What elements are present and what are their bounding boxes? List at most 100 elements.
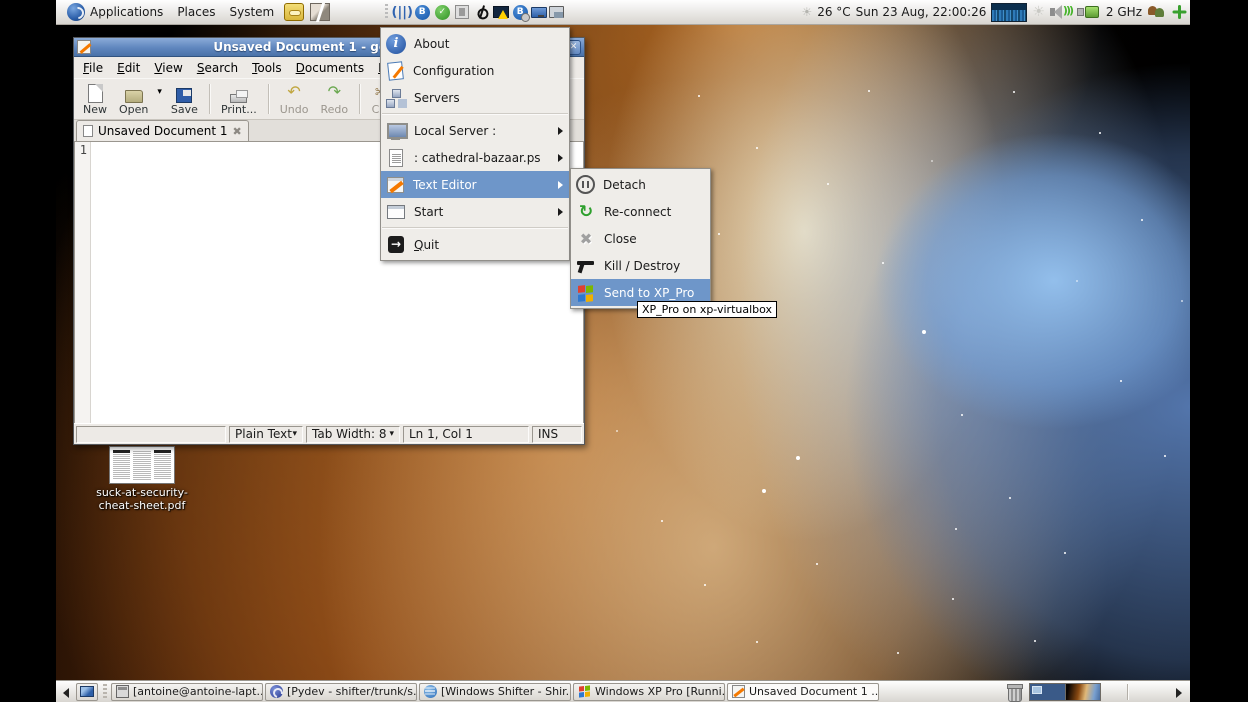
shifter-applet-menu: iAbout Configuration Servers Local Serve… — [380, 27, 570, 261]
menu-tools[interactable]: Tools — [245, 59, 289, 77]
menu-edit[interactable]: Edit — [110, 59, 147, 77]
chevron-down-icon: ▾ — [292, 429, 297, 439]
workspace-window-thumb — [1032, 686, 1042, 694]
distro-logo-icon — [67, 3, 85, 21]
stars — [698, 95, 700, 97]
user-switch-icon[interactable] — [1147, 4, 1167, 20]
text-editor-submenu: Detach ↻Re-connect ✖Close Kill / Destroy… — [570, 168, 711, 309]
tab-close-icon[interactable]: ✖ — [233, 125, 242, 138]
text-editor-icon — [387, 177, 404, 193]
printer-icon — [230, 94, 247, 103]
print-button[interactable]: Print... — [216, 87, 262, 117]
menu-search[interactable]: Search — [190, 59, 245, 77]
redo-button[interactable]: ↷Redo — [315, 82, 353, 117]
submenu-item-reconnect[interactable]: ↻Re-connect — [571, 198, 710, 225]
menu-item-about[interactable]: iAbout — [381, 30, 569, 57]
bluetooth-settings-icon[interactable]: B — [511, 3, 529, 21]
places-menu[interactable]: Places — [170, 0, 222, 25]
pause-icon — [576, 175, 595, 194]
submenu-item-close[interactable]: ✖Close — [571, 225, 710, 252]
removable-media-icon[interactable] — [453, 3, 471, 21]
cursor-position: Ln 1, Col 1 — [403, 426, 529, 443]
taskbar-button-windows-xp[interactable]: Windows XP Pro [Runni... — [573, 683, 725, 701]
workspace-1[interactable] — [1030, 684, 1065, 700]
open-folder-icon — [125, 90, 143, 103]
drawer-icon[interactable] — [284, 3, 304, 21]
scroll-left-icon[interactable] — [62, 685, 72, 699]
audio-jack-icon[interactable] — [473, 3, 491, 21]
toolbar-separator — [268, 84, 269, 114]
volume-icon[interactable]: ))) — [1050, 4, 1072, 20]
menu-item-text-editor[interactable]: Text Editor — [381, 171, 569, 198]
brightness-icon[interactable]: ☀ — [1032, 4, 1045, 20]
temperature[interactable]: 26 °C — [817, 5, 850, 19]
taskbar-button-gedit[interactable]: Unsaved Document 1 ... — [727, 683, 879, 701]
applications-menu[interactable]: Applications — [60, 0, 170, 25]
menu-item-configuration[interactable]: Configuration — [381, 57, 569, 84]
document-icon — [389, 149, 403, 167]
submenu-arrow-icon — [558, 181, 563, 189]
display-icon[interactable] — [549, 6, 564, 18]
shifter-launcher-icon[interactable] — [310, 3, 330, 21]
submenu-arrow-icon — [558, 127, 563, 135]
document-tab[interactable]: Unsaved Document 1 ✖ — [76, 120, 249, 141]
remote-desktop-icon[interactable] — [531, 7, 547, 18]
cpu-frequency[interactable]: 2 GHz — [1106, 5, 1142, 19]
servers-icon — [386, 89, 406, 109]
trash-icon[interactable] — [1007, 684, 1021, 700]
battery-icon[interactable] — [1077, 6, 1101, 18]
submenu-arrow-icon — [558, 154, 563, 162]
clock[interactable]: Sun 23 Aug, 22:00:26 — [856, 5, 987, 19]
toolbar-separator — [359, 84, 360, 114]
vm-tooltip: XP_Pro on xp-virtualbox — [637, 301, 777, 318]
save-button[interactable]: Save — [166, 86, 203, 117]
panel-separator — [1127, 684, 1128, 700]
page-icon — [83, 125, 93, 137]
weather-icon[interactable]: ☀ — [801, 5, 812, 19]
system-menu[interactable]: System — [222, 0, 281, 25]
system-menu-label: System — [229, 5, 274, 19]
shifter-applet-icon[interactable]: (||) — [393, 3, 411, 21]
gedit-statusbar: Plain Text▾ Tab Width: 8▾ Ln 1, Col 1 IN… — [74, 423, 584, 444]
quit-icon: → — [388, 236, 404, 253]
panel-handle[interactable] — [103, 684, 107, 700]
new-document-icon — [88, 84, 103, 103]
menu-file[interactable]: File — [76, 59, 110, 77]
menu-view[interactable]: View — [147, 59, 189, 77]
show-desktop-button[interactable] — [76, 683, 98, 701]
eclipse-icon — [270, 685, 283, 698]
system-monitor-graph[interactable] — [991, 3, 1027, 22]
gedit-icon — [77, 40, 91, 54]
session-icon[interactable] — [1172, 4, 1186, 20]
open-dropdown-icon[interactable]: ▾ — [157, 87, 162, 111]
window-icon — [387, 205, 405, 219]
menu-documents[interactable]: Documents — [289, 59, 371, 77]
places-menu-label: Places — [177, 5, 215, 19]
workspace-2[interactable] — [1065, 684, 1100, 700]
terminal-icon — [116, 685, 129, 698]
taskbar-button-browser[interactable]: [Windows Shifter - Shir... — [419, 683, 571, 701]
bluetooth-icon[interactable]: B — [413, 3, 431, 21]
menu-item-cathedral-bazaar[interactable]: : cathedral-bazaar.ps — [381, 144, 569, 171]
browser-globe-icon — [424, 685, 437, 698]
menu-item-start[interactable]: Start — [381, 198, 569, 225]
menu-item-quit[interactable]: →Quit — [381, 231, 569, 258]
menu-item-local-server[interactable]: Local Server : — [381, 117, 569, 144]
scroll-right-icon[interactable] — [1174, 685, 1184, 699]
update-check-icon[interactable]: ✓ — [433, 3, 451, 21]
taskbar-button-terminal[interactable]: [antoine@antoine-lapt... — [111, 683, 263, 701]
new-button[interactable]: New — [78, 83, 112, 117]
submenu-item-kill-destroy[interactable]: Kill / Destroy — [571, 252, 710, 279]
language-combo[interactable]: Plain Text▾ — [229, 426, 303, 443]
menu-separator — [382, 113, 568, 115]
tab-width-combo[interactable]: Tab Width: 8▾ — [306, 426, 400, 443]
open-button[interactable]: Open — [114, 86, 153, 117]
desktop-icon-pdf[interactable]: suck-at-security-cheat-sheet.pdf — [96, 446, 188, 512]
undo-button[interactable]: ↶Undo — [275, 82, 314, 117]
display-warning-icon[interactable] — [493, 6, 509, 18]
save-floppy-icon — [176, 88, 192, 103]
menu-item-servers[interactable]: Servers — [381, 84, 569, 111]
taskbar-button-pydev[interactable]: [Pydev - shifter/trunk/s... — [265, 683, 417, 701]
workspace-switcher — [1029, 683, 1101, 701]
submenu-item-detach[interactable]: Detach — [571, 171, 710, 198]
